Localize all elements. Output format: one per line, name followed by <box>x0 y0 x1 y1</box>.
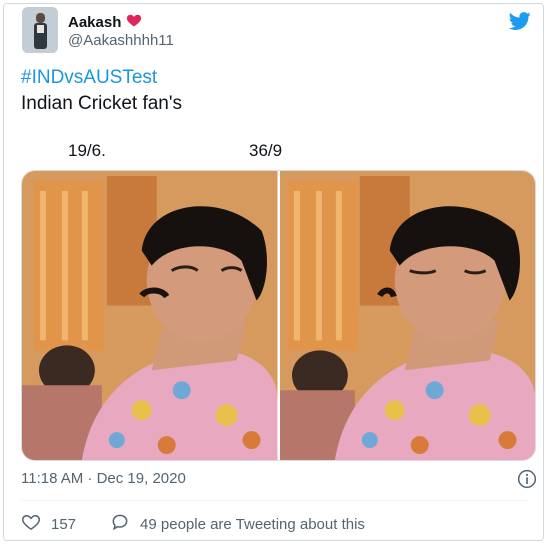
tweet-media[interactable] <box>21 170 536 461</box>
user-handle[interactable]: @Aakashhhh11 <box>68 32 174 49</box>
tweet-card: Aakash @Aakashhhh11 #INDvsAUSTest Indian… <box>3 3 544 541</box>
caption-left: 19/6. <box>68 141 106 160</box>
info-icon[interactable] <box>517 469 537 489</box>
divider <box>21 500 529 501</box>
heart-icon <box>126 12 142 33</box>
twitter-bird-icon[interactable] <box>508 10 531 32</box>
conversation-icon <box>110 512 130 536</box>
hashtag-link[interactable]: #INDvsAUSTest <box>21 67 157 89</box>
conversation-button[interactable]: 49 people are Tweeting about this <box>110 512 365 536</box>
tweet-actions: 157 49 people are Tweeting about this <box>21 512 365 536</box>
caption-right: 36/9 <box>249 141 283 160</box>
tweet-timestamp[interactable]: 11:18 AM · Dec 19, 2020 <box>21 470 186 487</box>
media-image-right[interactable] <box>279 171 535 460</box>
like-button[interactable]: 157 <box>21 512 76 536</box>
tweet-text: Indian Cricket fan's <box>21 93 182 114</box>
name-row: Aakash <box>68 12 142 33</box>
display-name[interactable]: Aakash <box>68 14 121 31</box>
media-image-left[interactable] <box>22 171 278 460</box>
like-icon <box>21 512 41 536</box>
avatar[interactable] <box>22 7 58 53</box>
conversation-label: 49 people are Tweeting about this <box>140 515 365 533</box>
like-count: 157 <box>51 515 77 533</box>
